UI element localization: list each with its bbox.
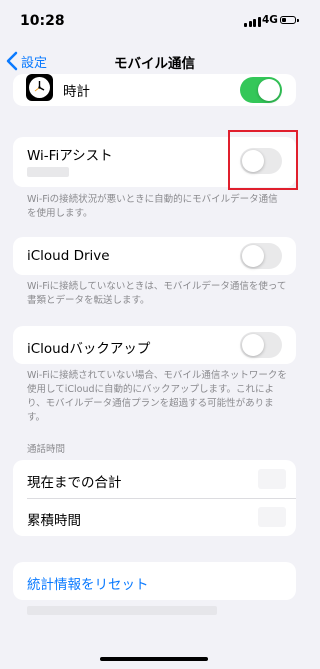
icloud-drive-footnote: Wi-Fiに接続していないときは、モバイルデータ通信を使って書類とデータを転送し… — [27, 281, 287, 306]
clock-icon — [26, 74, 53, 101]
reset-statistics-button[interactable]: 統計情報をリセット — [13, 562, 296, 600]
wifi-assist-footnote: Wi-Fiの接続状況が悪いときに自動的にモバイルデータ通信を使用します。 — [27, 194, 278, 219]
row-divider — [27, 498, 296, 499]
icloud-backup-footnote: Wi-Fiに接続されていない場合、モバイル通信ネットワークを使用してiCloud… — [27, 370, 287, 423]
current-total-value-redacted — [258, 469, 286, 489]
icloud-drive-row: iCloud Drive — [13, 237, 296, 275]
current-total-label: 現在までの合計 — [27, 475, 122, 491]
call-time-section-header: 通話時間 — [27, 444, 66, 455]
home-indicator — [100, 657, 208, 661]
icloud-backup-row: iCloudバックアップ — [13, 326, 296, 364]
call-time-card: 現在までの合計 累積時間 — [13, 460, 296, 536]
icloud-drive-label: iCloud Drive — [27, 248, 110, 264]
cellular-signal-icon — [244, 17, 261, 27]
highlight-box — [228, 130, 298, 190]
battery-icon — [280, 16, 299, 24]
icloud-backup-toggle[interactable] — [240, 332, 282, 358]
clock-app-label: 時計 — [63, 84, 90, 100]
cumulative-time-value-redacted — [258, 507, 286, 527]
last-reset-note-redacted — [27, 606, 217, 615]
clock-app-row: 時計 — [13, 74, 296, 106]
status-time: 10:28 — [20, 13, 65, 29]
status-bar: 10:28 4G — [0, 0, 309, 44]
wifi-assist-label: Wi-Fiアシスト — [27, 148, 113, 164]
icloud-backup-label: iCloudバックアップ — [27, 341, 151, 357]
network-type: 4G — [262, 14, 278, 26]
icloud-drive-toggle[interactable] — [240, 243, 282, 269]
wifi-assist-subtitle-redacted — [27, 167, 69, 177]
page-title: モバイル通信 — [114, 56, 195, 72]
reset-statistics-label: 統計情報をリセット — [27, 577, 149, 593]
cumulative-time-label: 累積時間 — [27, 513, 81, 529]
clock-app-toggle[interactable] — [240, 77, 282, 103]
